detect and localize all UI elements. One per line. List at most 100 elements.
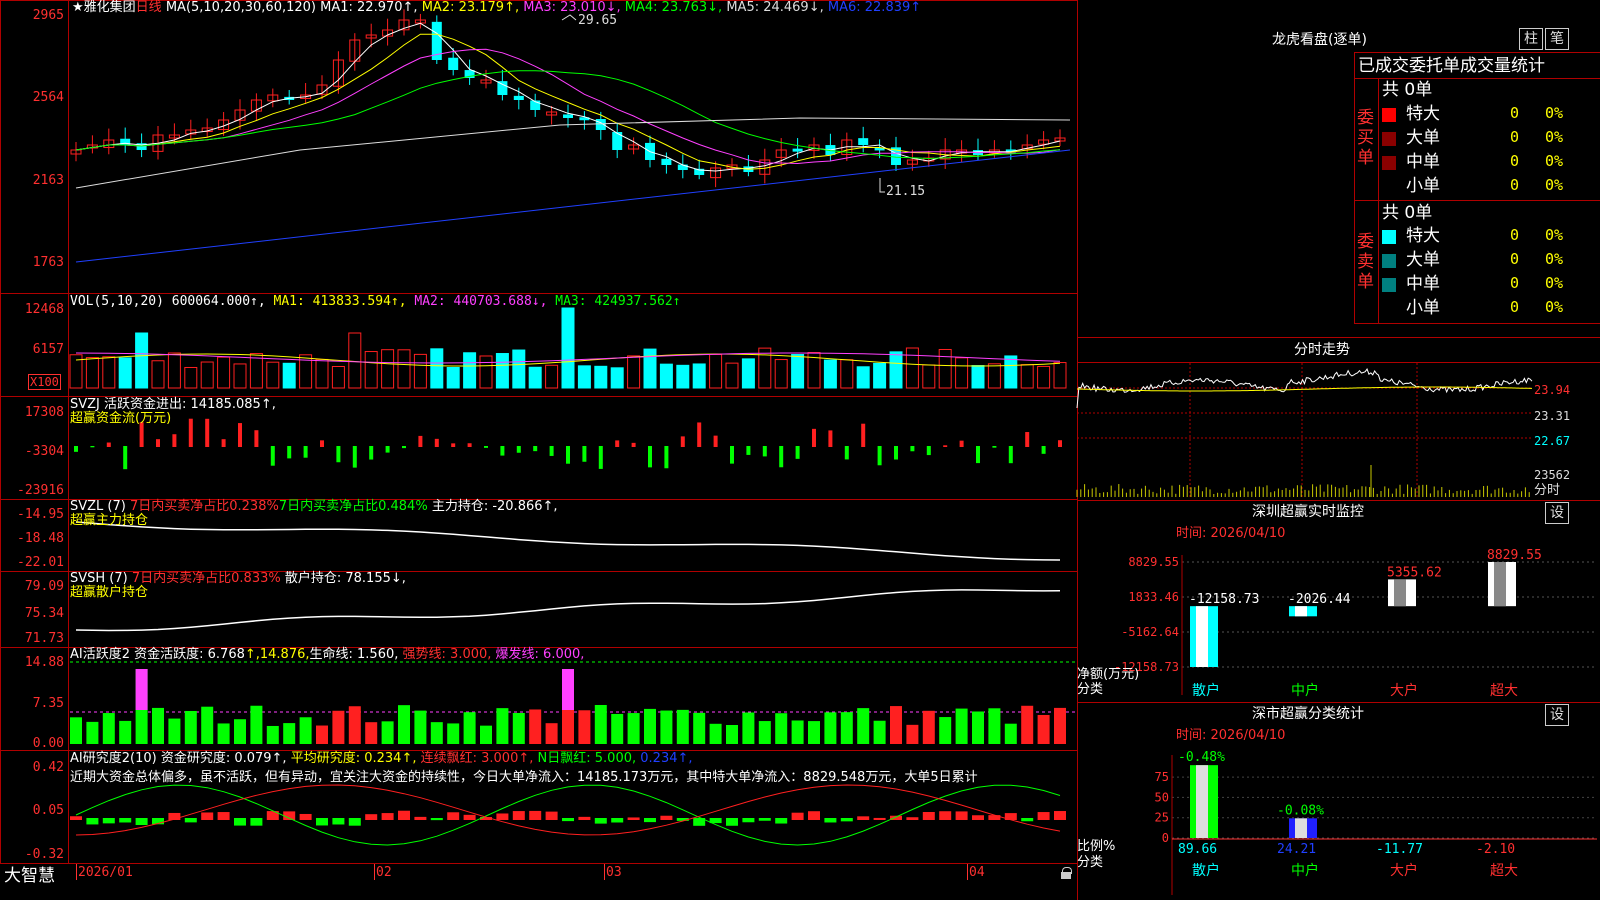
svzj-y-tick-2: -3304 [24,444,64,459]
class-ylabel: 比例% [1077,839,1116,854]
activity-bar [234,719,246,744]
svzj-bar [582,446,587,462]
svzj-bar [730,446,734,464]
svzj-bar [680,436,685,447]
research-bar [512,811,525,820]
order-color-swatch [1382,278,1396,292]
monitor-y-label: -5162.64 [1121,625,1179,639]
volume-bar [561,307,575,389]
volume-bar [233,363,247,389]
svzj-bar [270,446,275,466]
brand-label[interactable]: 大智慧 [4,866,55,886]
class-value-label: -2.10 [1476,842,1515,857]
monitor-value-label: 5355.62 [1387,565,1442,580]
ai-research-header: AI研究度2(10) 资金研究度: 0.079↑, 平均研究度: 0.234↑,… [70,752,693,766]
fenshi-chart[interactable] [1076,363,1537,499]
activity-bar [644,708,656,744]
volume-bar [249,353,263,389]
research-bar [545,811,558,820]
monitor-category-label: 超大 [1490,683,1518,699]
research-bar [644,818,656,823]
activity-bar [578,710,591,744]
fenshi-y-2: 23.31 [1534,409,1571,423]
research-bar [496,813,509,820]
ai-activity-b: ↑,14.876, [244,647,310,662]
lhkp-left-border [1354,52,1355,324]
class-settings-button[interactable]: 设 [1545,704,1569,726]
activity-bar [840,712,853,744]
volume-bar [889,351,903,389]
high-marker [561,14,577,21]
svzj-bar [303,446,308,458]
class-bar-chart: 75 50 25 0 89.66 散户 24.21 中户 -11.77 大户 -2.10 超大 -0.4… [1155,750,1597,895]
volume-bar [905,347,919,389]
svzl-prefix: SVZL (7) [70,499,126,514]
svsh-header: SVSH (7) 7日内买卖净占比0.833% 散户持仓: 78.155↓, [70,572,406,586]
volume-bar [135,332,149,389]
svzj-bar [795,446,800,459]
month-label-2: 02 [376,865,392,880]
candle-body [448,57,459,70]
research-bar [70,816,82,820]
volume-bar [446,366,460,389]
research-bar [906,817,919,820]
class-value-label: 24.21 [1277,842,1316,857]
lhkp-rule-2 [1354,78,1600,79]
volume-bar [102,356,116,389]
svzl-y-tick-2: -18.48 [17,531,64,546]
activity-bar [266,725,279,744]
research-bar [119,818,132,823]
tick-mode-button[interactable]: 笔 [1545,28,1569,50]
research-bar [201,812,214,820]
activity-bar [463,712,476,744]
volume-bar [430,348,444,389]
bar-mode-button[interactable]: 柱 [1519,28,1543,50]
order-count: 0 [1510,152,1520,170]
svzl-y-tick-3: -22.01 [17,555,64,570]
svsh-subtitle: 超赢散户持仓 [70,585,149,600]
main-y-tick-2: 2564 [32,90,64,105]
svzj-bar [90,446,95,448]
research-bar [562,818,574,822]
svzj-bar [516,446,521,453]
svsh-y-tick-3: 71.73 [24,631,64,646]
vol-params: VOL(5,10,20) [70,294,164,309]
svzj-bar [697,422,702,447]
class-category-label: 大户 [1390,862,1418,879]
volume-bar [495,353,509,389]
svzj-bar [451,443,456,447]
high-price-label: 29.65 [578,13,618,28]
candle-body [792,148,803,152]
svzj-bar [500,446,505,456]
activity-bar [1037,714,1050,744]
stock-name[interactable]: 雅化集团 [84,0,136,15]
ma-params: MA(5,10,20,30,60,120) [165,0,316,15]
svsh-line [75,589,1061,632]
candle-body [563,114,573,118]
vol-unit-badge[interactable]: X100 [28,374,61,390]
month-label-1: 2026/01 [78,865,133,880]
activity-bar [102,713,115,744]
class-value-label: 89.66 [1178,842,1217,857]
activity-bar [955,708,968,744]
volume-bar [840,359,854,389]
svzj-bar [877,446,882,466]
research-bar [1021,818,1034,822]
activity-bar-top [135,669,148,710]
period-label[interactable]: 日线 [136,0,162,15]
monitor-settings-button[interactable]: 设 [1545,502,1569,524]
ai-research-c: 连续飘红: 3.000↑, [420,751,534,766]
research-bar [578,816,591,820]
order-type-label: 大单 [1406,250,1440,270]
star-icon[interactable]: ★ [72,0,84,15]
volume-bar [266,361,280,389]
vol-ma2: MA2: 440703.688↓, [414,294,548,309]
volume-bar [545,364,559,389]
volume-bar [594,365,608,389]
vol-value: 600064.000↑, [171,294,266,309]
order-type-label: 中单 [1406,274,1440,294]
svzj-bar [188,418,193,447]
lhkp-tabs[interactable]: 已成交委托单成交量统计 [1358,56,1545,76]
research-bar [873,817,886,820]
activity-bar [594,704,607,744]
